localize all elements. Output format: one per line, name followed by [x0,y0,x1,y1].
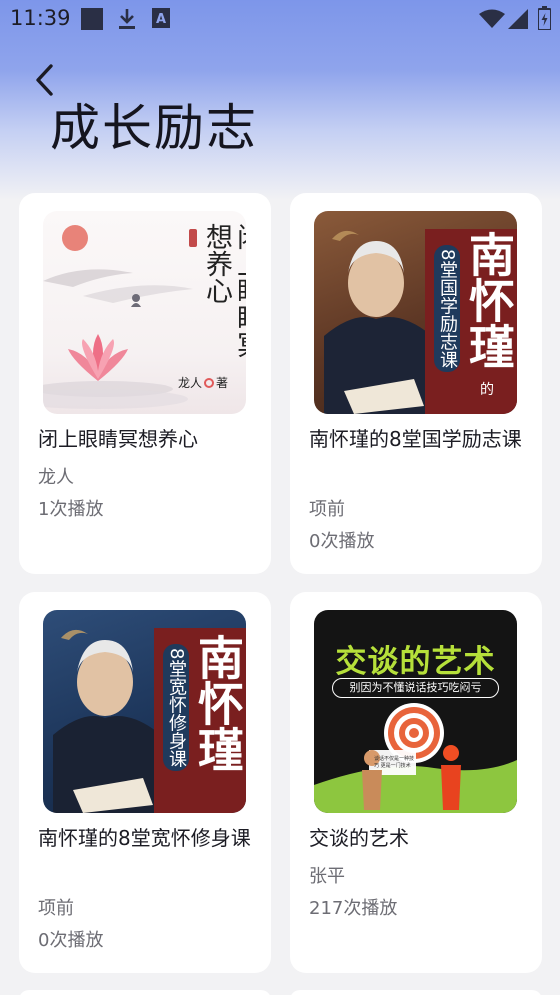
book-author: 项前 [309,499,345,520]
font-a-icon: A [152,8,170,32]
cover-bubble-text: 谈话不仅是一种技巧 更是一门技术 [374,756,415,769]
book-title: 南怀瑾的8堂宽怀修身课 [38,826,251,850]
cover-vertical-title: 闭上眼睛冥想养心 [201,223,246,358]
next-card-peek [290,990,542,995]
status-bar: 11:39 A [0,0,560,38]
book-card[interactable]: 闭上眼睛冥想养心 龙人著 闭上眼睛冥想养心 龙人 1次播放 [19,193,271,574]
book-author: 张平 [309,866,345,887]
next-card-peek [19,990,271,995]
play-count: 217次播放 [309,898,398,919]
book-author: 项前 [38,898,74,919]
play-count: 0次播放 [38,930,104,951]
square-notification-icon [81,8,103,34]
book-card[interactable]: 南怀瑾 8堂宽怀修身课 南怀瑾的8堂宽怀修身课 项前 0次播放 [19,592,271,973]
book-cover: 南怀瑾 8堂国学励志课 的 [314,211,517,414]
svg-text:A: A [156,12,166,27]
cover-author: 龙人 [178,376,203,390]
battery-icon [537,6,552,34]
book-card[interactable]: 交谈的艺术 别因为不懂说话技巧吃闷亏 谈话不仅是一种技巧 更是一门技术 交谈的艺… [290,592,542,973]
book-title: 闭上眼睛冥想养心 [38,427,198,451]
cover-subtitle: 别因为不懂说话技巧吃闷亏 [332,678,499,698]
book-cover: 南怀瑾 8堂宽怀修身课 [43,610,246,813]
cover-author-suffix: 著 [216,376,229,390]
cover-author-line: 龙人著 [178,374,228,391]
seal-icon [204,378,215,388]
play-count: 0次播放 [309,531,375,552]
download-icon [118,8,136,34]
book-cover: 交谈的艺术 别因为不懂说话技巧吃闷亏 谈话不仅是一种技巧 更是一门技术 [314,610,517,813]
status-time: 11:39 [10,6,71,30]
page-title: 成长励志 [50,99,258,157]
play-count: 1次播放 [38,499,104,520]
cover-big-name: 南怀瑾 [191,634,245,772]
cover-subtitle: 8堂宽怀修身课 [163,644,189,772]
signal-icon [508,9,528,33]
book-title: 南怀瑾的8堂国学励志课 [309,427,522,451]
book-author: 龙人 [38,467,74,488]
cover-subtitle: 8堂国学励志课 [434,245,460,373]
cover-suffix: 的 [480,382,494,398]
cover-title: 交谈的艺术 [335,644,496,680]
wifi-icon [479,9,505,33]
book-card[interactable]: 南怀瑾 8堂国学励志课 的 南怀瑾的8堂国学励志课 项前 0次播放 [290,193,542,574]
book-cover: 闭上眼睛冥想养心 龙人著 [43,211,246,414]
cover-big-name: 南怀瑾 [462,231,516,369]
book-title: 交谈的艺术 [309,826,409,850]
